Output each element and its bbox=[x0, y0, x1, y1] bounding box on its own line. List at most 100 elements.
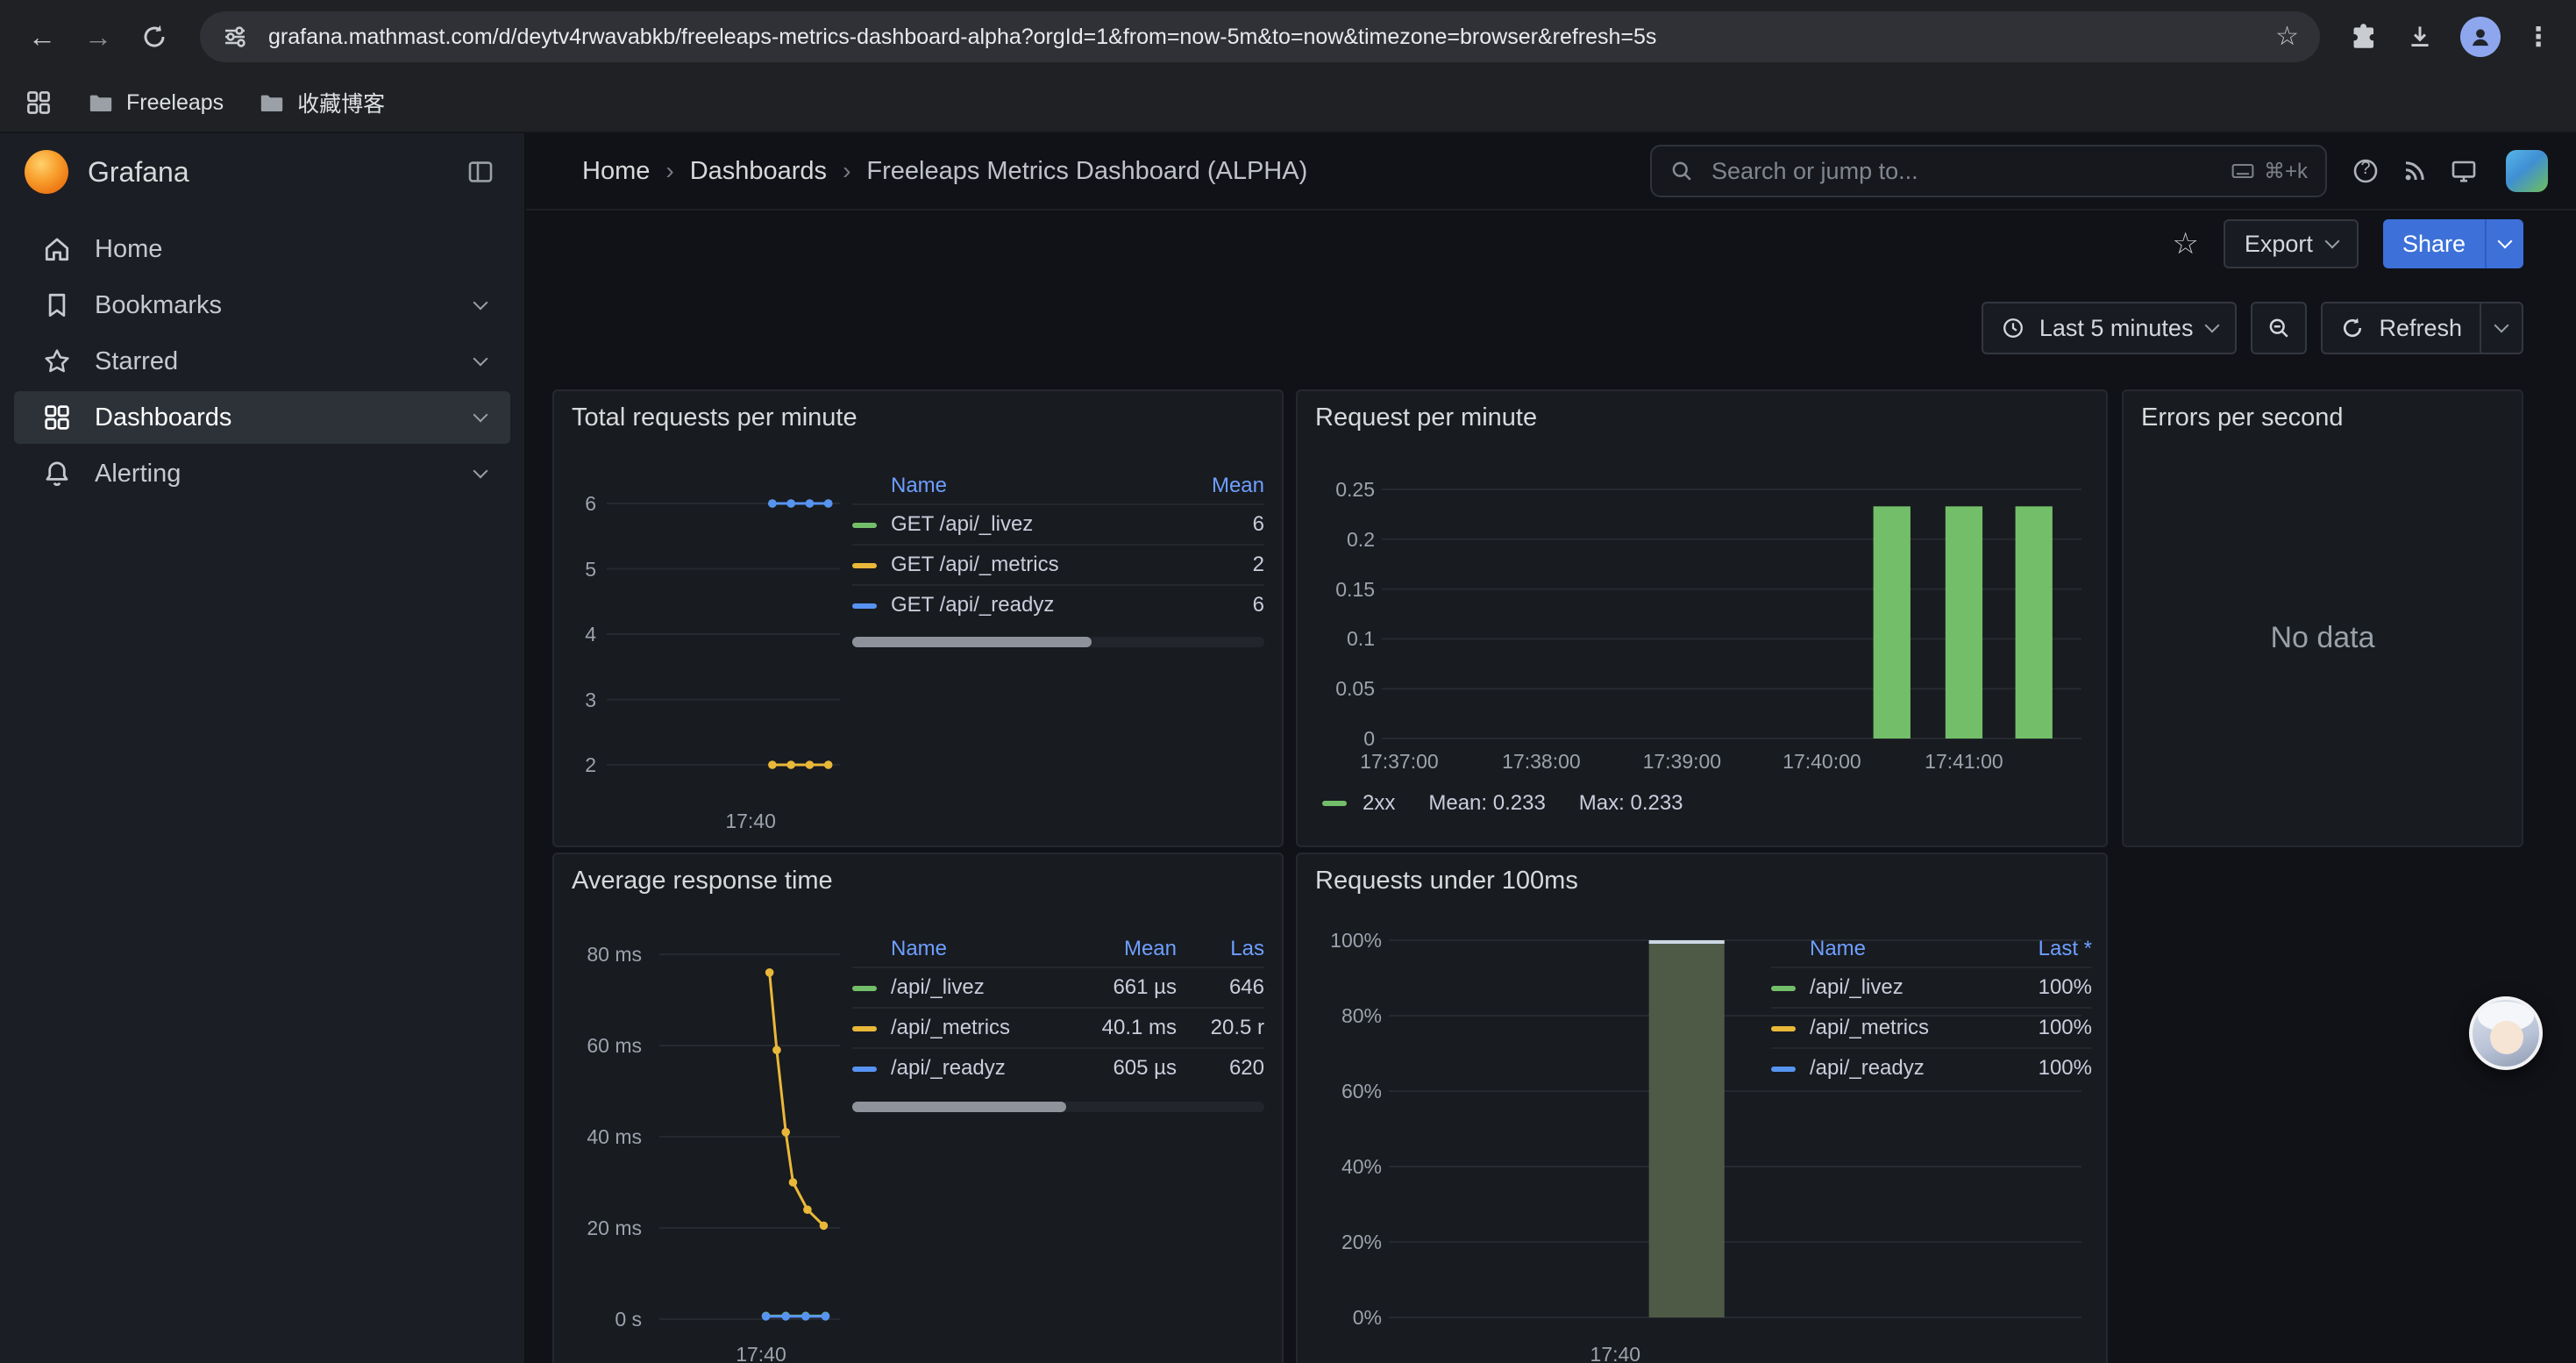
legend-name[interactable]: GET /api/_metrics bbox=[891, 553, 1180, 577]
breadcrumb-separator: › bbox=[843, 157, 850, 185]
floating-avatar[interactable] bbox=[2469, 996, 2543, 1070]
profile-avatar[interactable] bbox=[2460, 17, 2501, 57]
series-color-dash bbox=[852, 986, 877, 991]
legend-last: 100% bbox=[2001, 1056, 2092, 1081]
main-area: Home›Dashboards›Freeleaps Metrics Dashbo… bbox=[526, 133, 2576, 1363]
legend-header[interactable]: Last * bbox=[2001, 937, 2092, 961]
legend-row[interactable]: /api/_livez661 µs646 bbox=[852, 967, 1264, 1007]
legend-row[interactable]: /api/_metrics40.1 ms20.5 r bbox=[852, 1007, 1264, 1047]
legend-row[interactable]: GET /api/_readyz6 bbox=[852, 584, 1264, 624]
legend-header[interactable]: Name bbox=[1810, 937, 1990, 961]
url-input[interactable] bbox=[265, 23, 2259, 52]
series-color-dash bbox=[1322, 801, 1347, 806]
sidebar-nav: HomeBookmarksStarred Dashboards Alerting bbox=[0, 223, 524, 500]
legend-header[interactable]: Las bbox=[1187, 937, 1264, 961]
sidebar-item-alerting[interactable]: Alerting bbox=[14, 447, 510, 500]
site-info-icon[interactable] bbox=[221, 23, 249, 51]
browser-menu-icon[interactable]: ⋮ bbox=[2525, 22, 2551, 53]
question-glyph: ? bbox=[2341, 159, 2390, 179]
sidebar-toggle-icon[interactable] bbox=[461, 153, 500, 191]
favorite-star-icon[interactable]: ☆ bbox=[2172, 229, 2198, 259]
legend-mean: Mean: 0.233 bbox=[1428, 791, 1545, 816]
panel-title[interactable]: Average response time bbox=[572, 867, 833, 896]
legend-row[interactable]: /api/_readyz605 µs620 bbox=[852, 1047, 1264, 1088]
legend-row[interactable]: /api/_readyz 100% bbox=[1771, 1047, 2092, 1088]
search-box[interactable]: ⌘+k bbox=[1650, 145, 2327, 197]
downloads-icon[interactable] bbox=[2404, 21, 2436, 53]
legend-last: 646 bbox=[1187, 975, 1264, 1000]
axis-label: 60% bbox=[1305, 1077, 1382, 1105]
axis-label: 5 bbox=[554, 555, 596, 583]
breadcrumb-item[interactable]: Dashboards bbox=[690, 157, 827, 186]
apps-grid-icon[interactable] bbox=[25, 89, 53, 117]
sidebar-header: Grafana bbox=[0, 133, 524, 211]
bookmark-label: 收藏博客 bbox=[297, 87, 385, 118]
axis-label: 0.1 bbox=[1301, 624, 1375, 653]
sidebar-item-label: Dashboards bbox=[95, 403, 231, 432]
bookmark-icon bbox=[42, 290, 72, 320]
extensions-icon[interactable] bbox=[2348, 21, 2380, 53]
legend-header[interactable]: Mean bbox=[1191, 474, 1264, 498]
time-range-picker[interactable]: Last 5 minutes bbox=[1982, 302, 2238, 354]
apps-icon bbox=[42, 403, 72, 432]
legend-name[interactable]: /api/_readyz bbox=[891, 1056, 1064, 1081]
panel-title[interactable]: Total requests per minute bbox=[572, 403, 857, 432]
legend-row[interactable]: GET /api/_livez6 bbox=[852, 503, 1264, 544]
legend-name[interactable]: GET /api/_readyz bbox=[891, 593, 1180, 617]
legend-name[interactable]: /api/_readyz bbox=[1810, 1056, 1990, 1081]
zoom-out-button[interactable] bbox=[2251, 302, 2307, 354]
legend-name[interactable]: GET /api/_livez bbox=[891, 512, 1180, 537]
refresh-interval-dropdown[interactable] bbox=[2481, 302, 2523, 354]
panel-title[interactable]: Errors per second bbox=[2141, 403, 2344, 432]
bookmark-item[interactable]: 收藏博客 bbox=[259, 87, 385, 118]
sidebar-item-home[interactable]: Home bbox=[14, 223, 510, 275]
legend-name[interactable]: /api/_metrics bbox=[1810, 1016, 1990, 1040]
axis-label: 6 bbox=[554, 489, 596, 517]
axis-label: 0.05 bbox=[1301, 674, 1375, 703]
display-icon[interactable] bbox=[2439, 146, 2488, 196]
panel-title[interactable]: Requests under 100ms bbox=[1315, 867, 1578, 896]
sidebar-item-dashboards[interactable]: Dashboards bbox=[14, 391, 510, 444]
series-label[interactable]: 2xx bbox=[1363, 791, 1395, 816]
legend-header[interactable]: Name bbox=[891, 474, 1180, 498]
legend-header[interactable]: Name bbox=[891, 937, 1064, 961]
legend-row[interactable]: GET /api/_metrics2 bbox=[852, 544, 1264, 584]
legend-header-row: Name Mean Las bbox=[852, 931, 1264, 967]
keyboard-icon bbox=[2231, 159, 2255, 183]
refresh-button[interactable]: Refresh bbox=[2321, 302, 2481, 354]
address-bar[interactable]: ☆ bbox=[200, 11, 2320, 62]
back-button[interactable]: ← bbox=[18, 12, 67, 61]
bookmark-label: Freeleaps bbox=[126, 90, 224, 116]
export-button[interactable]: Export bbox=[2224, 219, 2359, 268]
horizontal-scrollbar[interactable] bbox=[852, 1102, 1264, 1112]
legend-name[interactable]: /api/_livez bbox=[1810, 975, 1990, 1000]
horizontal-scrollbar[interactable] bbox=[852, 637, 1264, 647]
scrollbar-thumb[interactable] bbox=[852, 637, 1092, 647]
breadcrumb-item[interactable]: Home bbox=[582, 157, 650, 186]
share-dropdown[interactable] bbox=[2485, 219, 2523, 268]
browser-actions: ⋮ bbox=[2341, 17, 2558, 57]
legend-name[interactable]: /api/_metrics bbox=[891, 1016, 1064, 1040]
legend-row[interactable]: /api/_metrics100% bbox=[1771, 1007, 2092, 1047]
scrollbar-thumb[interactable] bbox=[852, 1102, 1066, 1112]
news-rss-icon[interactable] bbox=[2390, 146, 2439, 196]
forward-button[interactable]: → bbox=[74, 12, 123, 61]
sidebar-item-bookmarks[interactable]: Bookmarks bbox=[14, 279, 510, 332]
refresh-label: Refresh bbox=[2379, 315, 2462, 342]
legend-name[interactable]: /api/_livez bbox=[891, 975, 1064, 1000]
reload-button[interactable] bbox=[130, 12, 179, 61]
bell-icon bbox=[42, 459, 72, 489]
search-input[interactable] bbox=[1708, 156, 2217, 187]
bookmark-item[interactable]: Freeleaps bbox=[88, 89, 224, 116]
axis-label: 0.25 bbox=[1301, 475, 1375, 503]
share-button[interactable]: Share bbox=[2383, 219, 2485, 268]
user-avatar[interactable] bbox=[2506, 150, 2548, 192]
sidebar-item-starred[interactable]: Starred bbox=[14, 335, 510, 388]
legend-row[interactable]: /api/_livez100% bbox=[1771, 967, 2092, 1007]
panel-title[interactable]: Request per minute bbox=[1315, 403, 1537, 432]
help-icon[interactable]: ? bbox=[2341, 146, 2390, 196]
legend-header[interactable]: Mean bbox=[1075, 937, 1177, 961]
series-dash-cell bbox=[852, 593, 880, 617]
bookmark-star-icon[interactable]: ☆ bbox=[2275, 24, 2299, 50]
grafana-logo[interactable] bbox=[25, 150, 68, 194]
